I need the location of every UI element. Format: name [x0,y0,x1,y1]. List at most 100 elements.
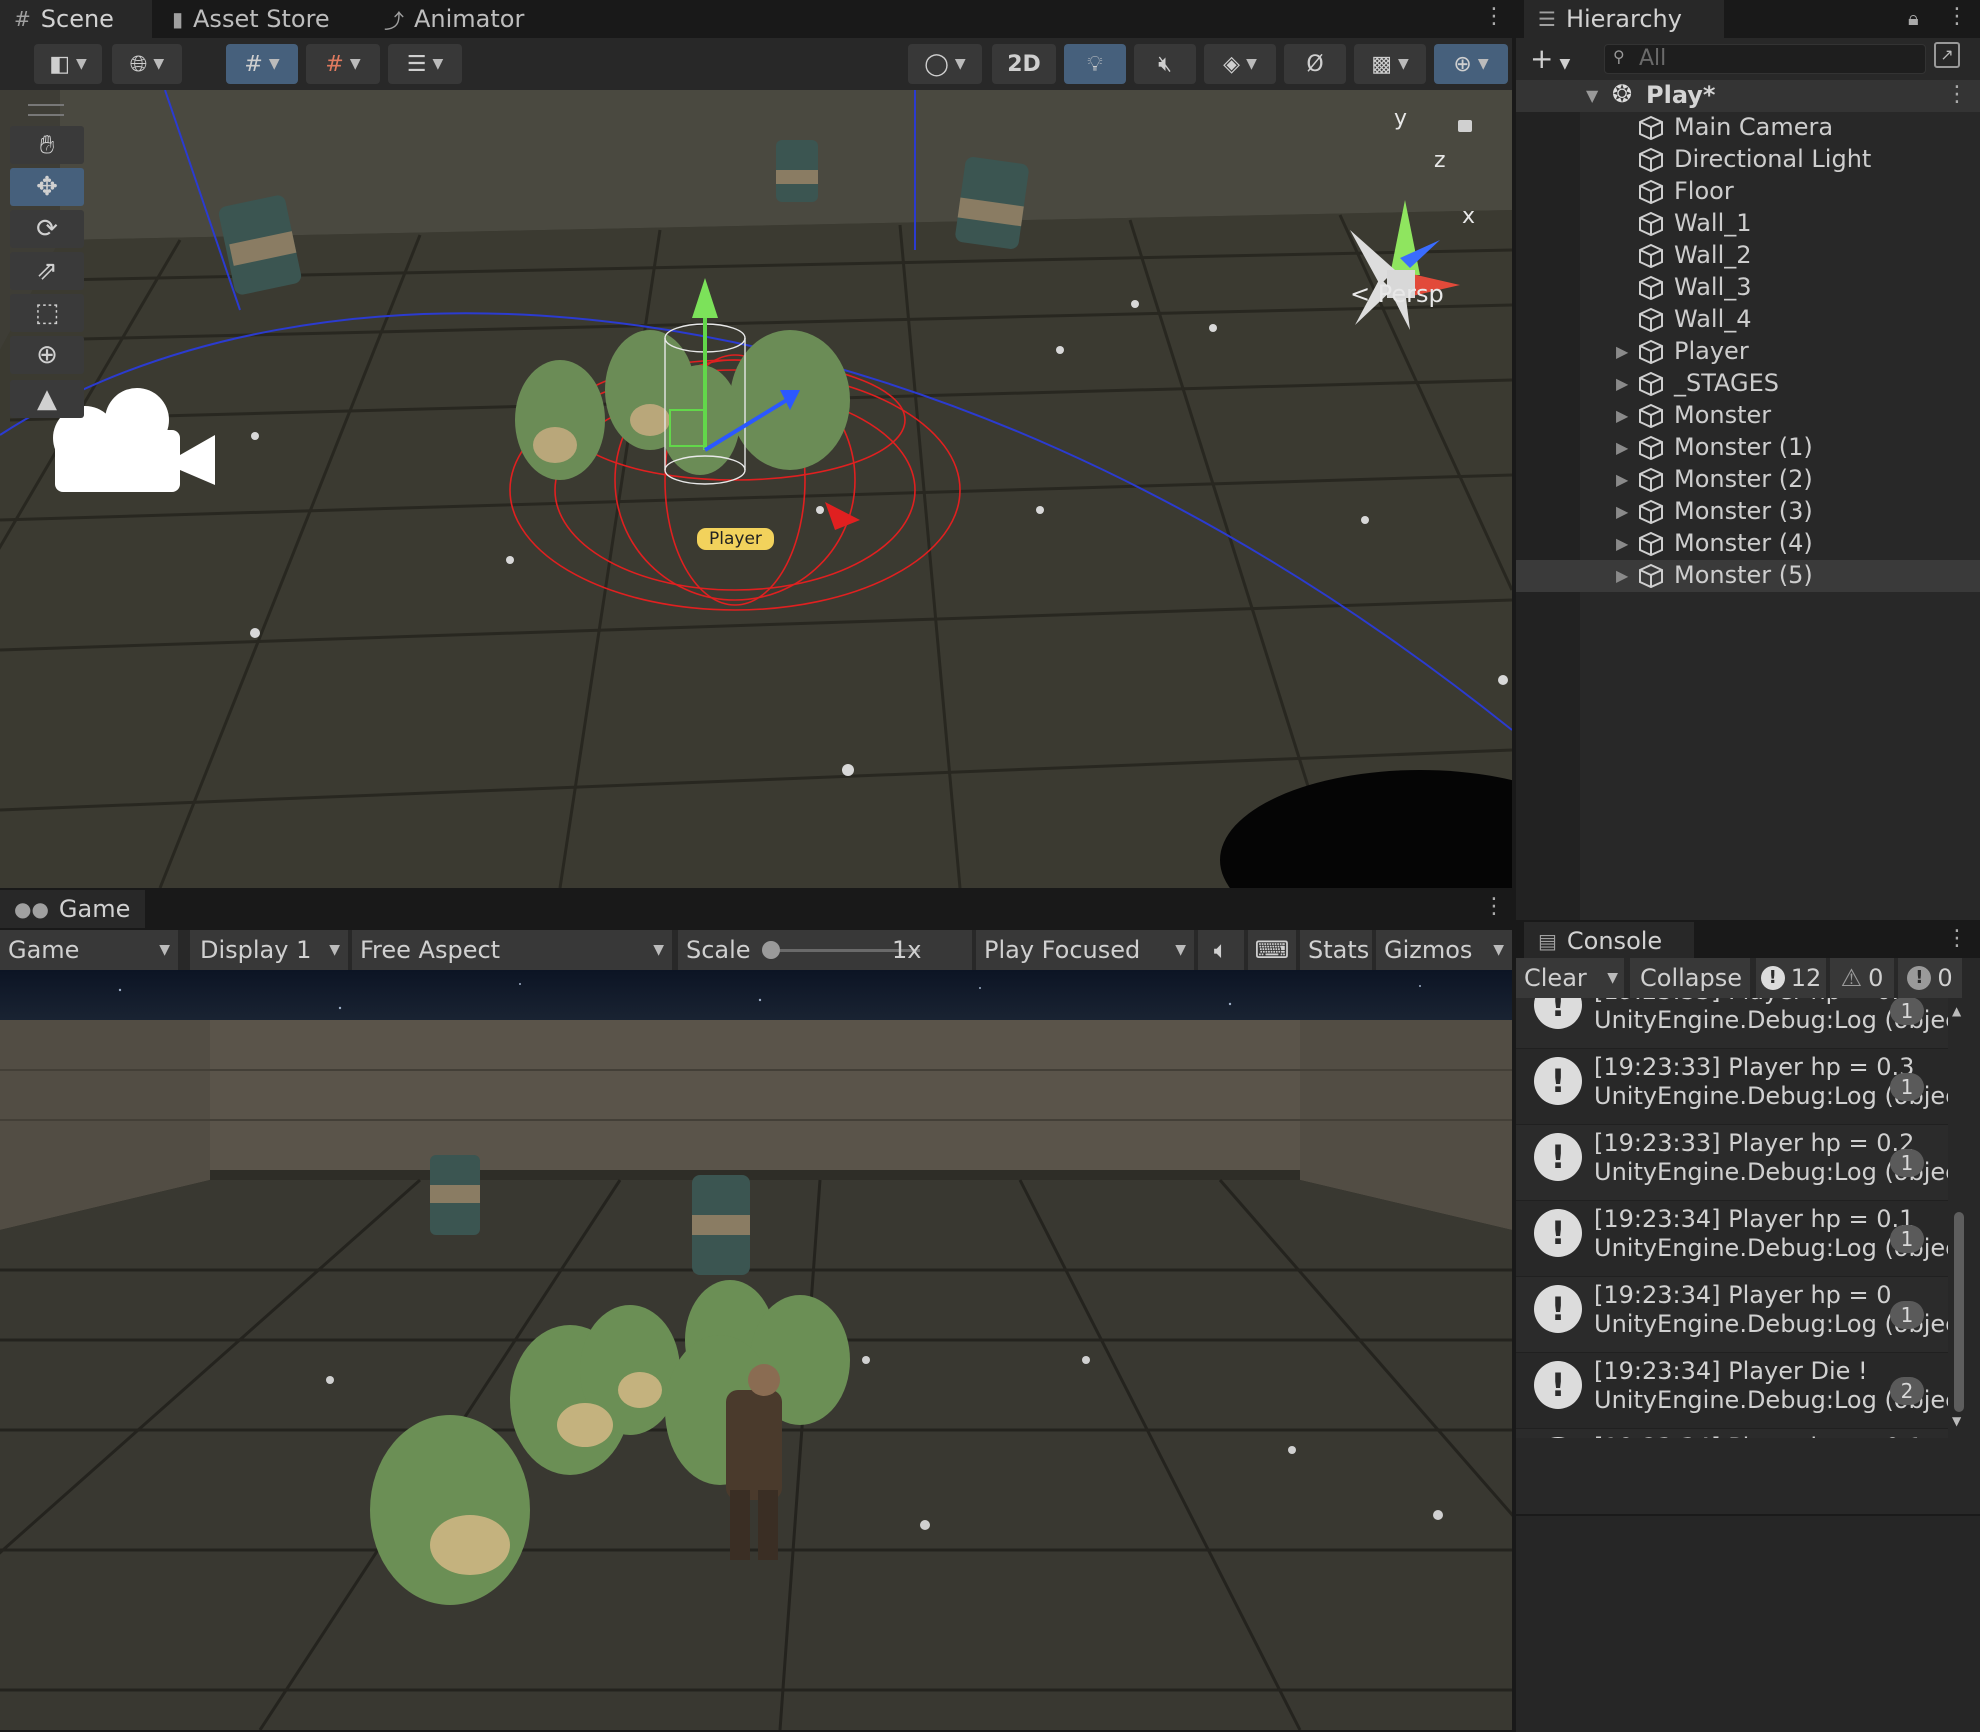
error-filter-toggle[interactable]: ! 0 [1898,958,1962,998]
tab-console[interactable]: ▤ Console [1524,922,1694,960]
console-entry[interactable]: ! [19:23:34] Player hp = 0.1 UnityEngine.D… [1516,1200,1948,1276]
console-entry[interactable]: ![19:23:34] Player hp = -0.1UnityEngine.… [1516,1428,1948,1438]
console-scrollbar[interactable]: ▲ ▼ [1948,1004,1968,1428]
hierarchy-search-field[interactable]: ⚲ All [1604,44,1926,74]
lock-icon[interactable]: 🔒︎ [1908,6,1919,30]
grid-snapping-button[interactable]: # ▼ [306,44,380,84]
hidden-objects-toggle[interactable]: Ø [1284,44,1346,84]
hierarchy-item[interactable]: ▶ Monster (3) [1516,496,1980,528]
effects-button[interactable]: ◈ ▼ [1204,44,1276,84]
console-entry[interactable]: ! [19:23:33] Player hp = 0.3 UnityEngine.D… [1516,1048,1948,1124]
tab-animator[interactable]: ⤴ Animator [370,0,550,38]
hierarchy-item[interactable]: ▶ Monster [1516,400,1980,432]
collapse-toggle[interactable]: Collapse [1630,958,1750,998]
expand-arrow-icon[interactable]: ▶ [1616,406,1628,425]
camera-settings-button[interactable]: ▩ ▼ [1354,44,1426,84]
info-bang-icon: ! [1534,1133,1582,1181]
scale-slider-thumb[interactable] [762,941,780,959]
hierarchy-item[interactable]: ▶ _STAGES [1516,368,1980,400]
transform-tool-button[interactable]: ⊕ [10,336,84,374]
aspect-dropdown[interactable]: Free Aspect ▼ [352,930,672,970]
create-button[interactable]: + ▼ [1530,42,1570,75]
mute-audio-toggle[interactable]: 🔈︎ [1198,930,1244,970]
collapse-arrow-icon[interactable]: ▼ [1586,86,1598,105]
hierarchy-item[interactable]: ▶ Monster (4) [1516,528,1980,560]
hierarchy-search-options-icon[interactable]: ↗ [1934,42,1960,68]
hierarchy-item[interactable]: Main Camera [1516,112,1980,144]
audio-toggle[interactable]: 🔇︎ [1134,44,1196,84]
keyboard-shortcuts-toggle[interactable]: ⌨ [1248,930,1296,970]
view-tool-button[interactable]: ✋︎ [10,126,84,164]
expand-arrow-icon[interactable]: ▶ [1616,534,1628,553]
hierarchy-item[interactable]: ▶ Monster (5) [1516,560,1980,592]
projection-toggle[interactable]: < Persp [1350,280,1444,308]
tab-animator-label: Animator [414,5,525,33]
scene-menu-icon[interactable]: ⋮ [1946,82,1968,107]
play-mode-dropdown[interactable]: Play Focused ▼ [976,930,1194,970]
scroll-down-icon[interactable]: ▼ [1952,1414,1961,1428]
global-local-button[interactable]: 🌐︎ ▼ [112,44,182,84]
expand-arrow-icon[interactable]: ▶ [1616,470,1628,489]
gizmos-button[interactable]: Gizmos ▼ [1376,930,1512,970]
info-bang-icon: ! [1534,1437,1582,1438]
scroll-up-icon[interactable]: ▲ [1952,1004,1961,1018]
gizmos-button[interactable]: ⊕ ▼ [1434,44,1508,84]
stats-button[interactable]: Stats [1300,930,1372,970]
grid-visibility-button[interactable]: # ▼ [226,44,298,84]
move-tool-button[interactable]: ✥ [10,168,84,206]
hierarchy-item[interactable]: Directional Light [1516,144,1980,176]
console-panel: ▤Console ⋮ Clear▼ Collapse !12 ⚠︎0 !0 ![… [1516,920,1980,1732]
rect-icon: ⬚ [34,298,60,328]
hierarchy-item[interactable]: Wall_1 [1516,208,1980,240]
game-mode-dropdown[interactable]: Game ▼ [0,930,178,970]
hierarchy-item[interactable]: Wall_4 [1516,304,1980,336]
hierarchy-item[interactable]: Wall_2 [1516,240,1980,272]
game-viewport[interactable] [0,970,1512,1730]
clear-label: Clear [1524,964,1587,992]
aspect-label: Free Aspect [360,936,501,964]
custom-tool-button[interactable]: ▲ [10,380,84,418]
hierarchy-item[interactable]: Wall_3 [1516,272,1980,304]
hierarchy-item[interactable]: ▶ Monster (1) [1516,432,1980,464]
log-filter-toggle[interactable]: ! 12 [1756,958,1826,998]
hierarchy-item[interactable]: ▶ Player [1516,336,1980,368]
console-entry-message: [19:23:34] Player hp = -0.1 [1594,1433,1923,1438]
expand-arrow-icon[interactable]: ▶ [1616,566,1628,585]
console-log-area: ![19:23:33] Player hp = 0.4UnityEngine.D… [1516,998,1980,1438]
tab-asset-store[interactable]: ▮ Asset Store [158,0,358,38]
rotate-tool-button[interactable]: ⟳ [10,210,84,248]
two-d-toggle[interactable]: 2D [992,44,1056,84]
tab-hierarchy[interactable]: ☰ Hierarchy [1524,0,1724,38]
scene-viewport[interactable]: ✋︎ ✥ ⟳ ⇗ ⬚ ⊕ ▲ y z x < Persp Player [0,90,1512,888]
expand-arrow-icon[interactable]: ▶ [1616,502,1628,521]
chevron-down-icon: ▼ [268,56,280,72]
console-entry[interactable]: ! [19:23:34] Player hp = 0 UnityEngine.Deb… [1516,1276,1948,1352]
shading-mode-button[interactable]: ◯ ▼ [908,44,982,84]
expand-arrow-icon[interactable]: ▶ [1616,342,1628,361]
hierarchy-item[interactable]: ▶ Monster (2) [1516,464,1980,496]
draw-mode-button[interactable]: ◧ ▼ [34,44,102,84]
tab-game[interactable]: ●● Game [0,890,145,928]
console-entry[interactable]: ! [19:23:33] Player hp = 0.2 UnityEngine.D… [1516,1124,1948,1200]
tool-palette-handle[interactable] [28,104,64,116]
display-dropdown[interactable]: Display 1 ▼ [190,930,348,970]
console-entry[interactable]: ! [19:23:34] Player Die ! UnityEngine.Debu… [1516,1352,1948,1428]
expand-arrow-icon[interactable]: ▶ [1616,374,1628,393]
increment-snap-button[interactable]: ☰ ▼ [388,44,462,84]
game-menu-icon[interactable]: ⋮ [1483,896,1505,918]
tab-scene[interactable]: # Scene [0,0,152,38]
warning-filter-toggle[interactable]: ⚠︎ 0 [1830,958,1894,998]
console-menu-icon[interactable]: ⋮ [1946,928,1968,950]
hierarchy-item[interactable]: Floor [1516,176,1980,208]
scene-root-row[interactable]: ▼ ❂ Play* ⋮ [1516,80,1980,112]
console-entry[interactable]: ![19:23:33] Player hp = 0.4UnityEngine.D… [1516,998,1948,1048]
clear-button[interactable]: Clear ▼ [1516,958,1624,998]
scene-menu-icon[interactable]: ⋮ [1483,6,1505,28]
rect-tool-button[interactable]: ⬚ [10,294,84,332]
lighting-toggle[interactable]: 💡︎ [1064,44,1126,84]
hierarchy-menu-icon[interactable]: ⋮ [1946,6,1968,28]
scrollbar-thumb[interactable] [1954,1212,1964,1412]
expand-arrow-icon[interactable]: ▶ [1616,438,1628,457]
scale-tool-button[interactable]: ⇗ [10,252,84,290]
gizmo-lock-icon[interactable] [1458,120,1472,132]
